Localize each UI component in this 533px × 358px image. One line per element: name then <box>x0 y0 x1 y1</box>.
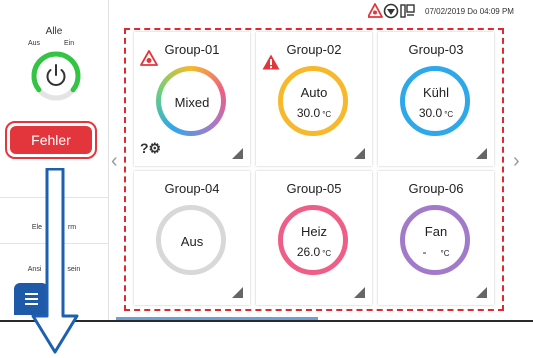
error-warning-icon <box>140 50 158 66</box>
on-label: Ein <box>64 40 75 47</box>
mode-label: Kühl <box>422 85 450 100</box>
schedule-icon <box>400 4 415 18</box>
horizontal-scroll-indicator[interactable] <box>116 317 318 320</box>
temperature: - °C <box>422 245 450 259</box>
mode-ring <box>400 205 470 275</box>
group-name: Group-06 <box>408 181 464 196</box>
group-name: Group-05 <box>286 181 342 196</box>
mode-label: Aus <box>180 234 204 249</box>
temperature: 30.0 °C <box>296 106 332 120</box>
next-page-chevron-icon[interactable]: › <box>513 150 520 173</box>
expand-corner-icon[interactable] <box>476 148 487 159</box>
group-name: Group-03 <box>408 42 464 57</box>
mode-ring <box>278 66 348 136</box>
group-name: Group-04 <box>164 181 220 196</box>
group-card[interactable]: Group-02 Auto 30.0 °C <box>256 32 372 166</box>
power-toggle[interactable] <box>30 50 82 102</box>
expand-corner-icon[interactable] <box>232 148 243 159</box>
mode-ring <box>400 66 470 136</box>
group-card[interactable]: Group-06 Fan - °C <box>378 171 494 305</box>
error-button[interactable]: Fehler <box>5 121 97 159</box>
all-groups-title: Alle <box>45 26 63 37</box>
previous-page-chevron-icon[interactable]: ‹ <box>111 150 118 173</box>
expand-corner-icon[interactable] <box>354 148 365 159</box>
warning-icon <box>368 3 383 18</box>
expand-corner-icon[interactable] <box>232 287 243 298</box>
temperature: 30.0 °C <box>418 106 454 120</box>
temperature: 26.0 °C <box>296 245 332 259</box>
group-card[interactable]: Group-01 Mixed ?⚙ <box>134 32 250 166</box>
date-time: 07/02/2019 Do 04:09 PM <box>425 7 514 16</box>
expand-corner-icon[interactable] <box>354 287 365 298</box>
status-icons <box>368 3 415 19</box>
group-card[interactable]: Group-04 Aus <box>134 171 250 305</box>
group-card[interactable]: Group-05 Heiz 26.0 °C <box>256 171 372 305</box>
error-warning-icon <box>262 54 280 70</box>
shield-icon <box>383 3 399 19</box>
mode-label: Mixed <box>174 95 210 110</box>
mode-label: Heiz <box>300 224 327 239</box>
down-arrow-annotation-icon <box>31 168 79 354</box>
error-button-label: Fehler <box>10 126 92 154</box>
expand-corner-icon[interactable] <box>476 287 487 298</box>
mode-label: Fan <box>424 224 448 239</box>
off-label: Aus <box>28 40 41 47</box>
help-settings-icon[interactable]: ?⚙ <box>140 140 161 157</box>
mode-ring <box>278 205 348 275</box>
power-icon <box>46 64 66 86</box>
group-card[interactable]: Group-03 Kühl 30.0 °C <box>378 32 494 166</box>
mode-label: Auto <box>300 85 328 100</box>
